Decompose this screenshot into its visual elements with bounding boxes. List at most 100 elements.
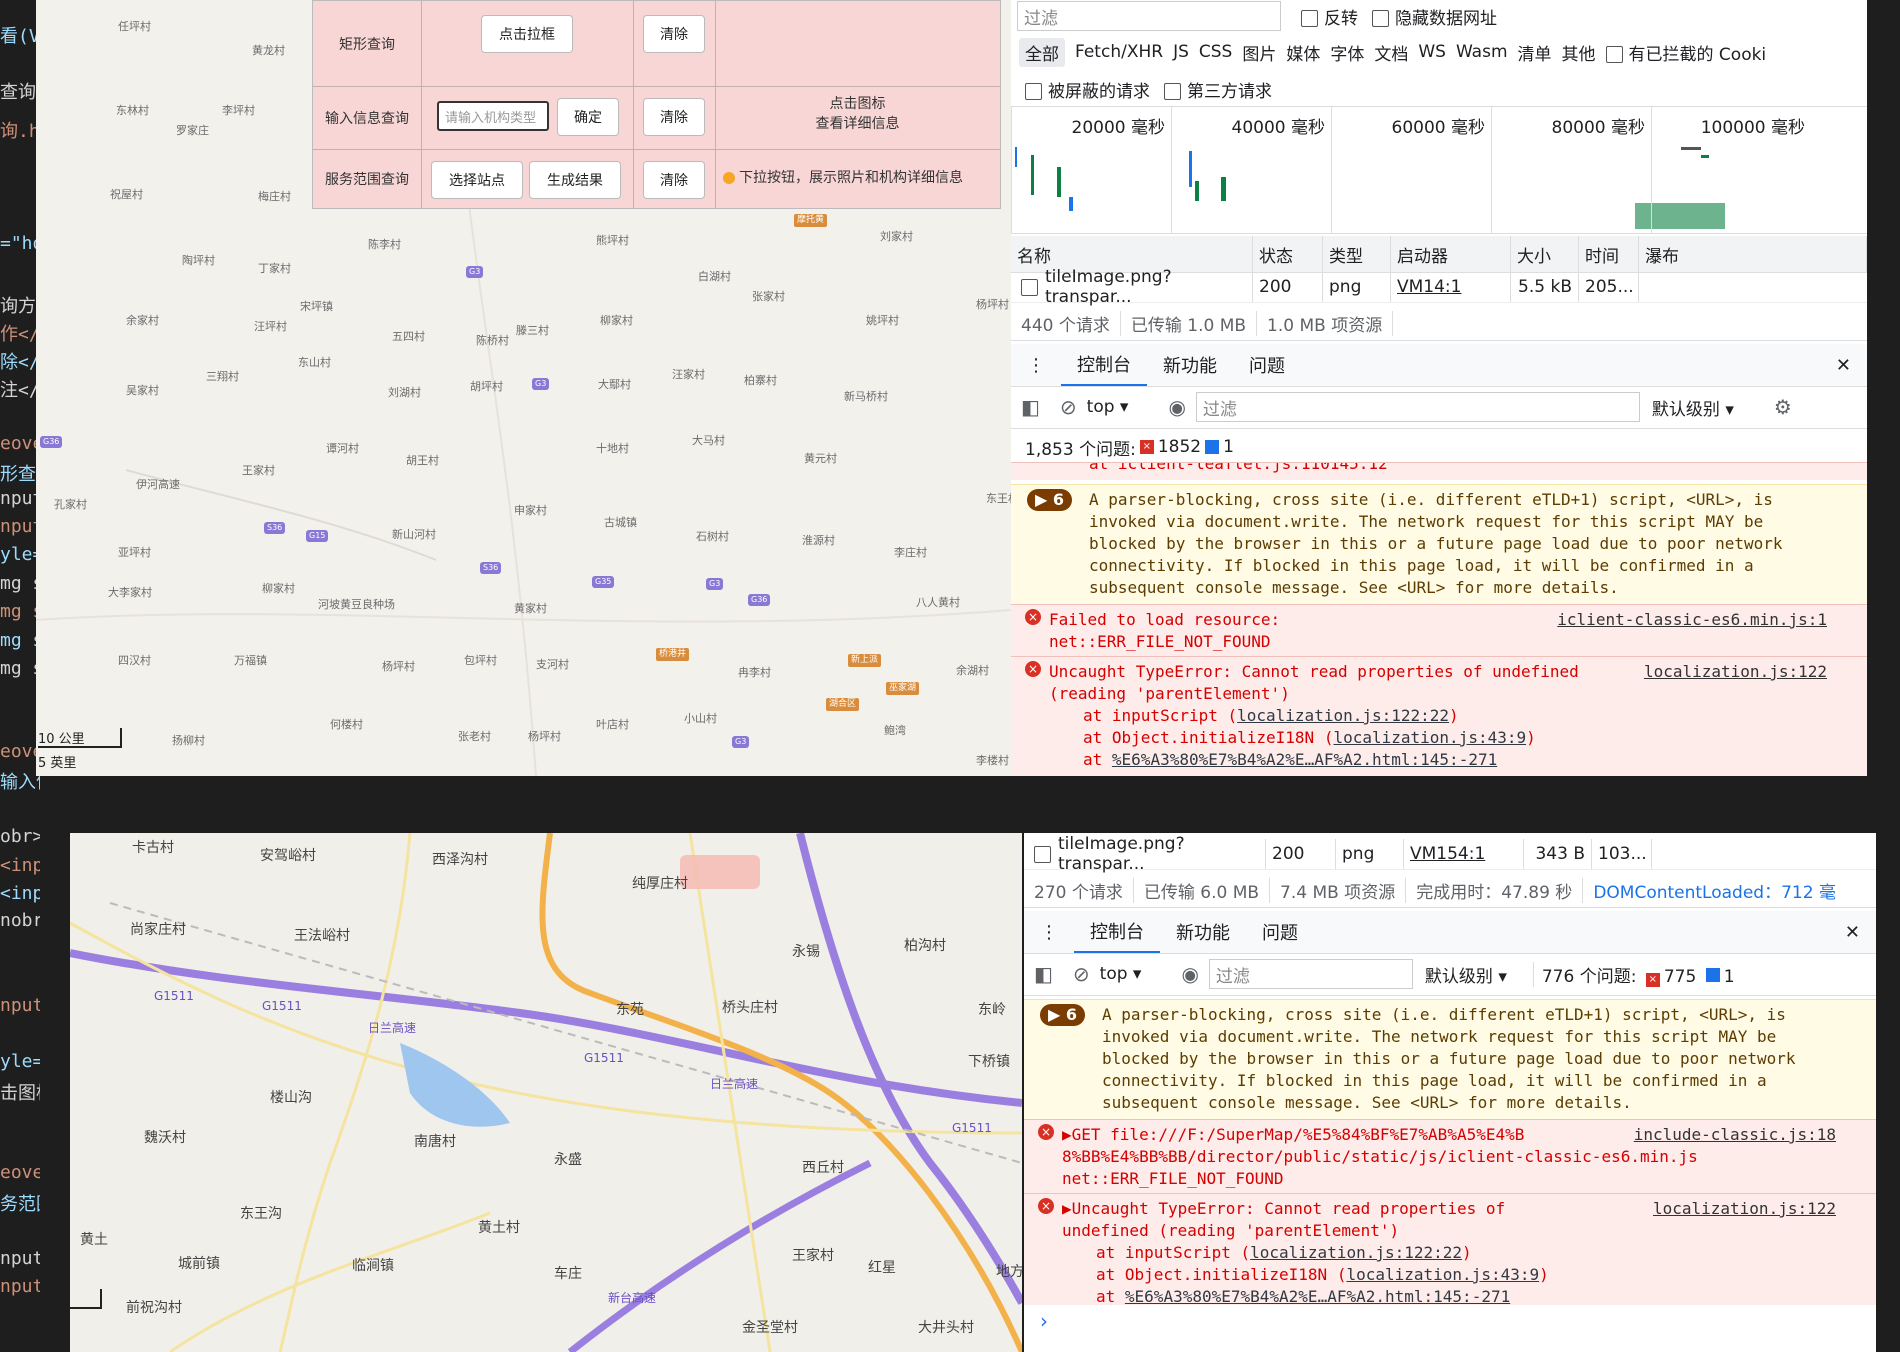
poi-marker[interactable]: 湖合区: [826, 698, 860, 711]
column-header[interactable]: 大小: [1511, 236, 1579, 272]
stack-frame-link[interactable]: %E6%A3%80%E7%B4%A2%E…AF%A2.html:145:-271: [1125, 1287, 1510, 1306]
console-warning[interactable]: ▶ 6 A parser-blocking, cross site (i.e. …: [1011, 484, 1867, 604]
road-shield: S36: [480, 562, 502, 574]
type-tab[interactable]: WS: [1418, 42, 1446, 62]
map-place-label: 吴家村: [126, 384, 159, 397]
drawer-menu-icon[interactable]: ⋮: [1011, 344, 1061, 386]
hide-data-url-checkbox[interactable]: 隐藏数据网址: [1372, 4, 1497, 29]
console-error-typeerror[interactable]: × Uncaught TypeError: Cannot read proper…: [1011, 656, 1867, 776]
type-tab[interactable]: 文档: [1374, 40, 1408, 65]
console-error-load[interactable]: × Failed to load resource: net::ERR_FILE…: [1011, 604, 1867, 656]
table-cell: tileImage.png?transpar...: [1011, 267, 1253, 307]
invert-checkbox[interactable]: 反转: [1301, 4, 1358, 29]
code-line: eove: [0, 433, 40, 454]
type-tab[interactable]: 清单: [1518, 40, 1552, 65]
poi-marker[interactable]: 桥港井: [656, 648, 690, 661]
sidebar-toggle-icon[interactable]: ◧: [1021, 395, 1040, 419]
clear-console-icon[interactable]: ⊘: [1060, 395, 1077, 419]
stack-frame-link[interactable]: localization.js:43:9: [1333, 728, 1526, 747]
console-prompt[interactable]: ›: [1040, 1309, 1048, 1333]
settings-gear-icon[interactable]: ⚙: [1774, 395, 1792, 419]
issues-counter[interactable]: 1,853 个问题: × 1852 1: [1011, 430, 1867, 464]
resource-type-tabs: 全部 Fetch/XHR JS CSS 图片 媒体 字体 文档 WS Wasm 清单 其他 有已拦截的 …: [1011, 36, 1867, 68]
info-clear-button[interactable]: 清除: [643, 98, 705, 136]
drag-box-button[interactable]: 点击拉框: [481, 15, 573, 53]
code-line: 形查: [0, 464, 36, 485]
type-tab[interactable]: JS: [1173, 42, 1189, 62]
drawer-tab[interactable]: 新功能: [1147, 344, 1233, 386]
sidebar-toggle-icon[interactable]: ◧: [1034, 962, 1053, 986]
warning-count-badge[interactable]: ▶ 6: [1040, 1004, 1086, 1026]
error-source-link[interactable]: localization.js:122: [1644, 661, 1827, 683]
error-source-link[interactable]: localization.js:122: [1653, 1198, 1836, 1220]
map-place-label: 柳家村: [600, 314, 633, 327]
eye-icon[interactable]: ◉: [1168, 395, 1185, 419]
drawer-menu-icon[interactable]: ⋮: [1024, 911, 1074, 953]
type-tab[interactable]: 图片: [1242, 40, 1276, 65]
type-tab[interactable]: Fetch/XHR: [1075, 42, 1163, 62]
drawer-tab[interactable]: 控制台: [1061, 344, 1147, 386]
info-confirm-button[interactable]: 确定: [557, 98, 619, 136]
generate-result-button[interactable]: 生成结果: [529, 161, 621, 199]
third-party-checkbox[interactable]: 第三方请求: [1164, 77, 1272, 102]
drawer-tab[interactable]: 问题: [1246, 911, 1314, 953]
type-tab[interactable]: Wasm: [1456, 42, 1508, 62]
service-clear-button[interactable]: 清除: [643, 161, 705, 199]
stack-frame-link[interactable]: %E6%A3%80%E7%B4%A2%E…AF%A2.html:145:-271: [1112, 750, 1497, 769]
blocked-requests-checkbox[interactable]: 被屏蔽的请求: [1025, 77, 1150, 102]
poi-marker[interactable]: 新上派: [848, 654, 882, 667]
console-warning[interactable]: ▶ 6 A parser-blocking, cross site (i.e. …: [1024, 999, 1876, 1119]
row-checkbox[interactable]: [1021, 279, 1038, 296]
close-icon[interactable]: ✕: [1820, 344, 1867, 386]
table-row[interactable]: tileImage.png?transpar... 200 png VM14:1 5.5…: [1011, 267, 1867, 307]
blocked-cookies-checkbox[interactable]: 有已拦截的 Cooki: [1605, 40, 1766, 65]
network-filter-input[interactable]: 过滤: [1017, 1, 1281, 31]
column-header[interactable]: 瀑布: [1639, 236, 1867, 272]
close-icon[interactable]: ✕: [1829, 911, 1876, 953]
stack-frame-link[interactable]: localization.js:122:22: [1237, 706, 1449, 725]
row-checkbox[interactable]: [1034, 846, 1051, 863]
network-timeline[interactable]: 20000 毫秒 40000 毫秒 60000 毫秒 80000 毫秒 100000 毫…: [1011, 106, 1867, 234]
drawer-tab[interactable]: 控制台: [1074, 911, 1160, 953]
rect-clear-button[interactable]: 清除: [643, 15, 705, 53]
error-source-link[interactable]: iclient-classic-es6.min.js:1: [1557, 609, 1827, 631]
table-cell[interactable]: VM14:1: [1391, 272, 1511, 302]
drawer-tab[interactable]: 问题: [1233, 344, 1301, 386]
type-tab[interactable]: 媒体: [1286, 40, 1320, 65]
map-view-bottom[interactable]: 卡古村 安驾峪村 西泽沟村 纯厚庄村 尚家庄村 王法峪村 永锡 柏沟村 东苑 东岭 桥头庄村 下桥镇楼…: [70, 833, 1022, 1352]
stack-frame-link[interactable]: localization.js:122:22: [1250, 1243, 1462, 1262]
type-tab[interactable]: 全部: [1019, 37, 1065, 67]
context-selector[interactable]: top ▾: [1100, 964, 1142, 984]
table-cell[interactable]: VM154:1: [1404, 839, 1524, 869]
context-selector[interactable]: top ▾: [1087, 397, 1129, 417]
timeline-tick-label: 60000 毫秒: [1331, 107, 1491, 233]
type-tab[interactable]: 字体: [1330, 40, 1364, 65]
institution-type-input[interactable]: 请输入机构类型: [437, 101, 549, 131]
column-header[interactable]: 时间: [1579, 236, 1639, 272]
type-tab[interactable]: CSS: [1199, 42, 1232, 62]
warning-count-badge[interactable]: ▶ 6: [1027, 489, 1073, 511]
drawer-tabs: ⋮ 控制台 新功能 问题 ✕: [1024, 911, 1876, 954]
table-row[interactable]: tileImage.png?transpar... 200 png VM154:1 34…: [1024, 834, 1876, 874]
map-place-label: 大李家村: [108, 586, 152, 599]
eye-icon[interactable]: ◉: [1181, 962, 1198, 986]
column-header[interactable]: 启动器: [1391, 236, 1511, 272]
drawer-tab[interactable]: 新功能: [1160, 911, 1246, 953]
console-filter-input[interactable]: 过滤: [1208, 959, 1413, 989]
error-source-link[interactable]: include-classic.js:18: [1634, 1124, 1836, 1146]
poi-marker[interactable]: 摩托黄: [794, 214, 828, 227]
console-error-get[interactable]: × ▶GET file:///F:/SuperMap/%E5%84%BF%E7%…: [1024, 1119, 1876, 1193]
select-station-button[interactable]: 选择站点: [431, 161, 523, 199]
log-level-dropdown[interactable]: 默认级别 ▾: [1652, 395, 1734, 420]
column-header[interactable]: 类型: [1323, 236, 1391, 272]
log-level-dropdown[interactable]: 默认级别 ▾: [1425, 962, 1507, 987]
console-filter-input[interactable]: 过滤: [1195, 392, 1640, 422]
type-tab[interactable]: 其他: [1562, 40, 1596, 65]
console-error-typeerror[interactable]: × ▶Uncaught TypeError: Cannot read prope…: [1024, 1193, 1876, 1306]
issues-counter[interactable]: 776 个问题: × 775 1: [1532, 961, 1735, 987]
stack-frame-link[interactable]: localization.js:43:9: [1346, 1265, 1539, 1284]
clear-console-icon[interactable]: ⊘: [1073, 962, 1090, 986]
map-toolbar-overlay[interactable]: [680, 855, 760, 889]
column-header[interactable]: 状态: [1253, 236, 1323, 272]
poi-marker[interactable]: 巫家湖: [886, 682, 920, 695]
